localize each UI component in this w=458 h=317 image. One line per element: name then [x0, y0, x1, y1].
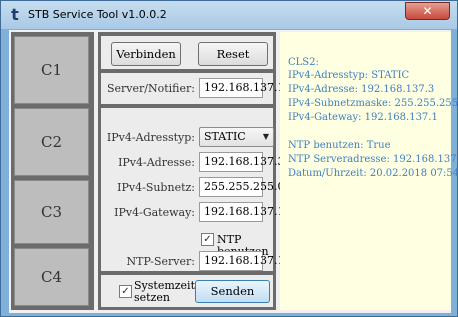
subnet-label: IPv4-Subnetz: [117, 181, 195, 194]
addr-type-select[interactable]: STATIC ▼ [199, 127, 274, 147]
server-input[interactable]: 192.168.137.1 [199, 78, 284, 98]
sidebar-item-label: C2 [40, 133, 63, 151]
ntp-checkbox[interactable]: ✓ [201, 233, 214, 246]
server-panel: Server/Notifier: 192.168.137.1 [101, 73, 284, 104]
send-button[interactable]: Senden [195, 280, 270, 303]
gateway-input[interactable]: 192.168.137.1 [199, 202, 284, 222]
sidebar-item-c4[interactable]: C4 [14, 248, 89, 306]
info-line: IPv4-Gateway: 192.168.137.1 [288, 112, 438, 123]
info-line: Datum/Uhrzeit: 20.02.2018 07:54:32 [288, 168, 458, 179]
sidebar-item-label: C3 [40, 203, 63, 221]
reset-button[interactable]: Reset [198, 42, 268, 66]
chevron-down-icon: ▼ [262, 132, 269, 141]
addr-type-label: IPv4-Adresstyp: [106, 131, 195, 144]
address-input[interactable]: 192.168.137.3 [199, 152, 284, 172]
sidebar-item-c2[interactable]: C2 [14, 108, 89, 176]
info-line: IPv4-Adresstyp: STATIC [288, 70, 410, 81]
ntp-server-label: NTP-Server: [126, 255, 195, 268]
sidebar-item-label: C4 [40, 268, 63, 286]
server-label: Server/Notifier: [107, 82, 195, 95]
network-panel: IPv4-Adresstyp: STATIC ▼ IPv4-Adresse: 1… [101, 108, 284, 271]
sidebar-item-c1[interactable]: C1 [14, 36, 89, 104]
app-window: t STB Service Tool v1.0.0.2 ✕ C1 C2 C3 C… [0, 0, 458, 317]
title-bar[interactable]: t STB Service Tool v1.0.0.2 ✕ [1, 1, 457, 29]
close-icon: ✕ [422, 4, 433, 18]
info-line: CLS2: [288, 57, 319, 68]
window-title: STB Service Tool v1.0.0.2 [28, 8, 167, 21]
sidebar-item-label: C1 [40, 61, 63, 79]
footer-panel: ✓ Systemzeit setzen Senden [101, 275, 273, 307]
app-icon: t [11, 5, 19, 24]
sidebar-item-c3[interactable]: C3 [14, 180, 89, 244]
info-panel: CLS2: IPv4-Adresstyp: STATIC IPv4-Adress… [280, 32, 458, 310]
connection-buttons-panel: Verbinden Reset [101, 36, 273, 69]
sidebar: C1 C2 C3 C4 [11, 32, 94, 310]
addr-type-value: STATIC [204, 130, 246, 143]
ntp-server-input[interactable]: 192.168.137.1 [199, 251, 284, 271]
systime-checkbox[interactable]: ✓ [119, 285, 132, 298]
info-line: NTP Serveradresse: 192.168.137.1 [288, 154, 458, 165]
address-label: IPv4-Adresse: [118, 156, 195, 169]
connect-button[interactable]: Verbinden [111, 42, 181, 66]
systime-label-line2: setzen [134, 291, 170, 304]
subnet-input[interactable]: 255.255.255.0 [199, 177, 284, 197]
gateway-label: IPv4-Gateway: [114, 206, 195, 219]
info-line: NTP benutzen: True [288, 140, 391, 151]
info-line: IPv4-Subnetzmaske: 255.255.255.0 [288, 98, 458, 109]
close-button[interactable]: ✕ [405, 2, 450, 20]
info-line: IPv4-Adresse: 192.168.137.3 [288, 84, 435, 95]
settings-pane: Verbinden Reset Server/Notifier: 192.168… [98, 32, 284, 310]
